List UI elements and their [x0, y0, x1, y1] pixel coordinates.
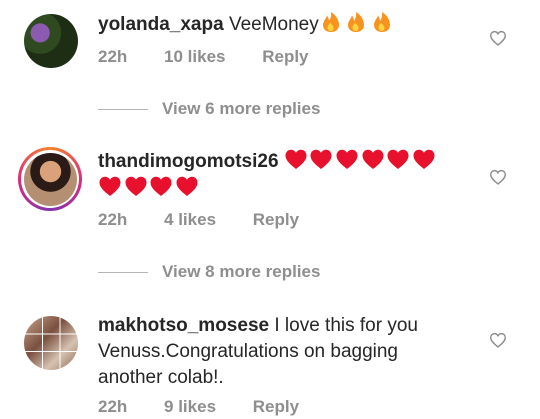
likes-count[interactable]: 4 likes [164, 210, 216, 229]
avatar[interactable] [24, 14, 78, 68]
comment-username[interactable]: yolanda_xapa [98, 14, 224, 35]
avatar-image [23, 152, 77, 206]
red-heart-emoji-icon [362, 149, 384, 169]
red-heart-emoji-icon [285, 149, 307, 169]
red-heart-emoji-icon [336, 149, 358, 169]
fire-emoji-icon [373, 12, 390, 32]
comment-emoji [319, 12, 396, 35]
comment-meta: 22h 10 likes Reply [98, 47, 341, 67]
red-heart-emoji-icon [150, 176, 172, 196]
reply-button[interactable]: Reply [262, 47, 308, 66]
red-heart-emoji-icon [125, 176, 147, 196]
red-heart-emoji-icon [176, 176, 198, 196]
comment-body: thandimogomotsi26 [98, 148, 453, 202]
likes-count[interactable]: 9 likes [164, 397, 216, 416]
like-heart-icon[interactable] [489, 169, 507, 185]
view-more-replies-label[interactable]: View 8 more replies [162, 262, 320, 282]
fire-emoji-icon [322, 12, 339, 32]
fire-emoji-icon [348, 12, 365, 32]
comment-meta: 22h 4 likes Reply [98, 210, 331, 230]
reply-button[interactable]: Reply [253, 210, 299, 229]
red-heart-emoji-icon [99, 176, 121, 196]
reply-button[interactable]: Reply [253, 397, 299, 416]
divider-line [98, 109, 148, 110]
like-heart-icon[interactable] [489, 332, 507, 348]
divider-line [98, 272, 148, 273]
avatar-story-ring [21, 150, 79, 208]
red-heart-emoji-icon [413, 149, 435, 169]
comment-time: 22h [98, 397, 128, 416]
likes-count[interactable]: 10 likes [164, 47, 225, 66]
comment-meta: 22h 9 likes Reply [98, 397, 331, 417]
view-more-replies-label[interactable]: View 6 more replies [162, 99, 320, 119]
comment-body: makhotso_mosese I love this for you Venu… [98, 313, 453, 391]
comment-username[interactable]: makhotso_mosese [98, 315, 269, 336]
comment-time: 22h [98, 47, 128, 66]
comment-body: yolanda_xapa VeeMoney [98, 11, 453, 38]
red-heart-emoji-icon [387, 149, 409, 169]
avatar[interactable] [24, 316, 78, 370]
comment-username[interactable]: thandimogomotsi26 [98, 151, 279, 172]
comment-text: VeeMoney [228, 14, 319, 35]
red-heart-emoji-icon [310, 149, 332, 169]
avatar[interactable] [18, 147, 82, 211]
comment-time: 22h [98, 210, 128, 229]
like-heart-icon[interactable] [489, 30, 507, 46]
